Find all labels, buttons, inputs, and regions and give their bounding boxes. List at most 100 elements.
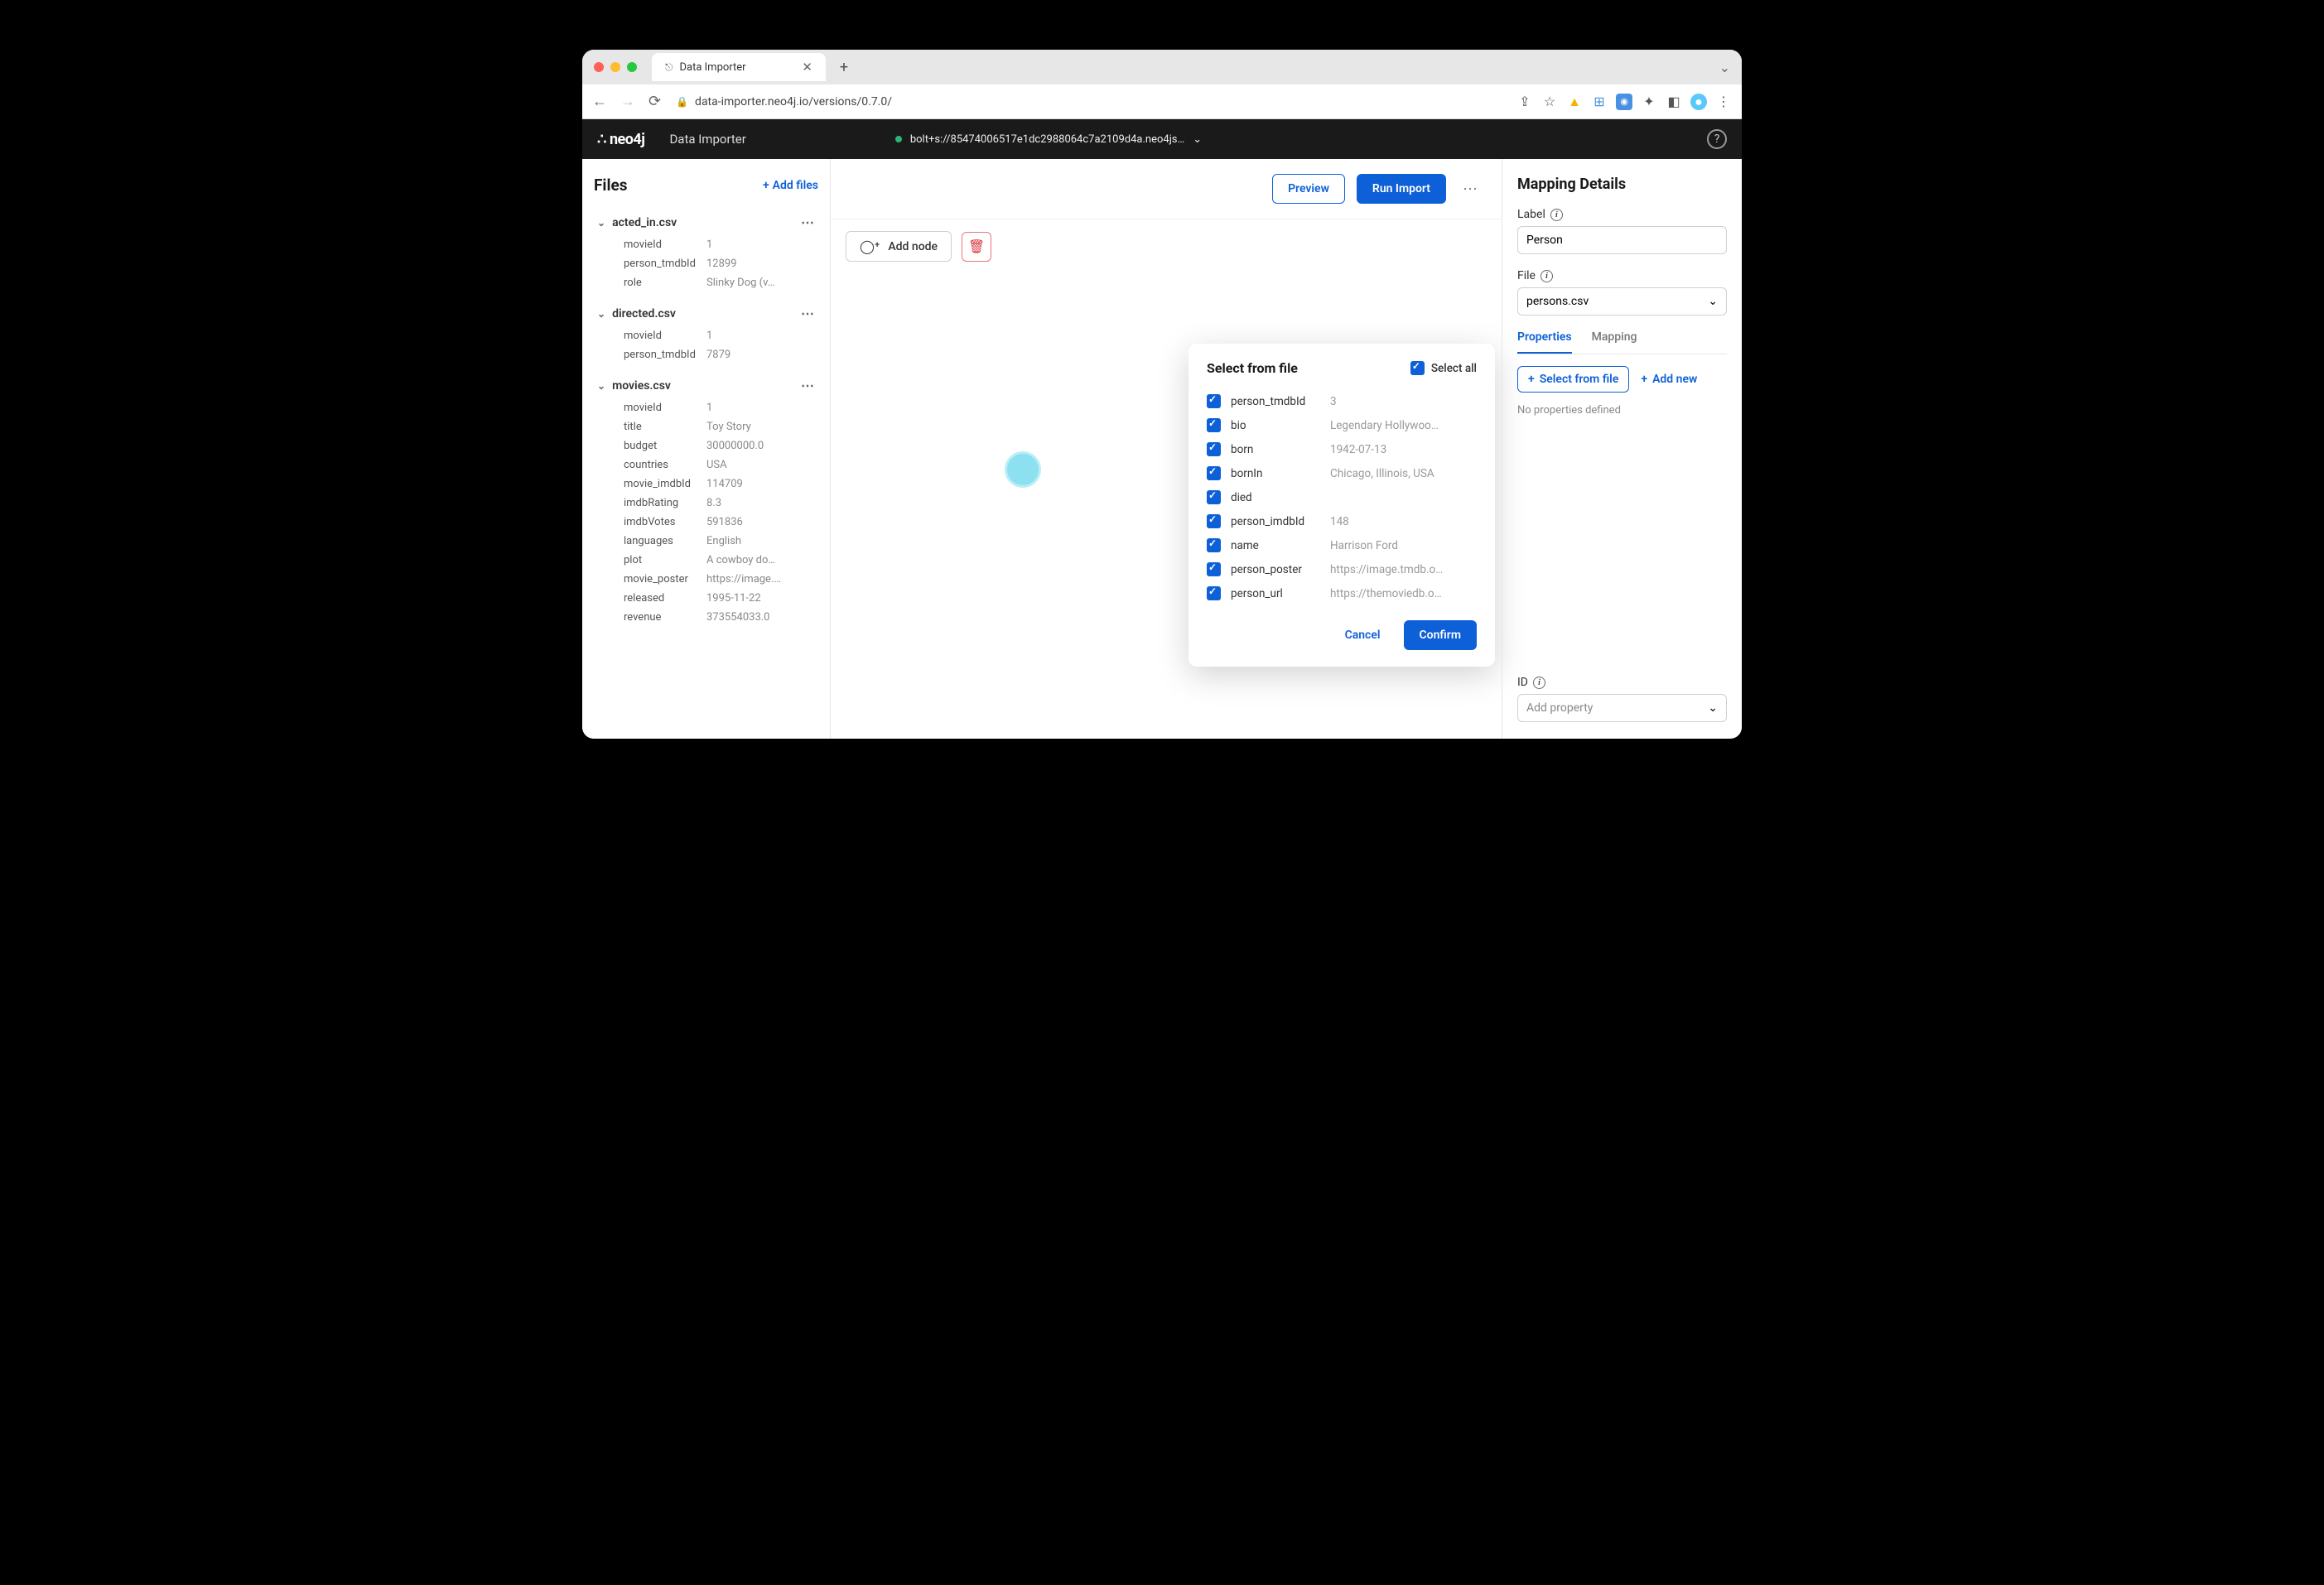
property-row[interactable]: person_imdbId148 [1207, 509, 1477, 533]
info-icon[interactable]: i [1550, 209, 1563, 221]
cancel-button[interactable]: Cancel [1333, 620, 1392, 650]
more-icon[interactable]: ⋯ [1458, 181, 1483, 198]
field-value: 1 [706, 402, 712, 414]
extension-icon[interactable]: ✦ [1641, 94, 1657, 110]
field-row: revenue373554033.0 [624, 608, 818, 627]
property-row[interactable]: person_posterhttps://image.tmdb.o… [1207, 557, 1477, 581]
file-header[interactable]: ⌄acted_in.csv⋯ [594, 210, 818, 235]
browser-toolbar: ← → ⟳ 🔒 data-importer.neo4j.io/versions/… [582, 84, 1742, 119]
info-icon[interactable]: i [1540, 270, 1553, 282]
address-bar[interactable]: 🔒 data-importer.neo4j.io/versions/0.7.0/ [669, 95, 1508, 108]
field-value: 1995-11-22 [706, 592, 761, 605]
property-name: person_imdbId [1231, 515, 1320, 528]
connection-selector[interactable]: bolt+s://85474006517e1dc2988064c7a2109d4… [895, 133, 1202, 146]
field-value: A cowboy do… [706, 554, 775, 566]
delete-button[interactable]: 🗑 [962, 232, 991, 262]
select-all-toggle[interactable]: Select all [1410, 361, 1477, 375]
property-name: born [1231, 443, 1320, 456]
field-row: languagesEnglish [624, 532, 818, 551]
titlebar: ⎋ Data Importer ✕ + ⌄ [582, 50, 1742, 84]
property-name: person_tmdbId [1231, 395, 1320, 408]
field-row: movieId1 [624, 398, 818, 417]
checkbox-icon[interactable] [1207, 514, 1221, 528]
new-tab-button[interactable]: + [832, 55, 856, 79]
file-header[interactable]: ⌄movies.csv⋯ [594, 373, 818, 398]
file-menu-icon[interactable]: ⋯ [801, 214, 815, 230]
tab-mapping[interactable]: Mapping [1592, 330, 1637, 354]
forward-icon[interactable]: → [620, 93, 635, 110]
field-value: 1 [706, 330, 712, 342]
property-row[interactable]: born1942-07-13 [1207, 437, 1477, 461]
empty-state: No properties defined [1517, 404, 1727, 417]
checkbox-icon [1410, 361, 1425, 375]
browser-tab[interactable]: ⎋ Data Importer ✕ [652, 53, 826, 81]
checkbox-icon[interactable] [1207, 394, 1221, 408]
checkbox-icon[interactable] [1207, 562, 1221, 576]
back-icon[interactable]: ← [592, 93, 607, 110]
checkbox-icon[interactable] [1207, 490, 1221, 504]
close-window[interactable] [594, 62, 604, 72]
maximize-window[interactable] [627, 62, 637, 72]
property-value: Chicago, Illinois, USA [1330, 467, 1434, 480]
panel-icon[interactable]: ◧ [1666, 94, 1682, 110]
canvas-body[interactable]: ◯⁺ Add node 🗑 Select from file Select al [831, 219, 1502, 739]
property-row[interactable]: bioLegendary Hollywoo… [1207, 413, 1477, 437]
close-tab-icon[interactable]: ✕ [802, 60, 812, 75]
id-select[interactable]: Add property ⌄ [1517, 694, 1727, 722]
property-row[interactable]: nameHarrison Ford [1207, 533, 1477, 557]
tab-properties[interactable]: Properties [1517, 330, 1572, 354]
help-icon[interactable]: ? [1707, 129, 1727, 149]
field-name: movie_poster [624, 573, 706, 585]
file-name: directed.csv [612, 307, 676, 320]
minimize-window[interactable] [610, 62, 620, 72]
browser-window: ⎋ Data Importer ✕ + ⌄ ← → ⟳ 🔒 data-impor… [582, 50, 1742, 739]
field-name: languages [624, 535, 706, 547]
field-value: 12899 [706, 258, 737, 270]
confirm-button[interactable]: Confirm [1404, 620, 1477, 650]
field-row: movie_posterhttps://image.… [624, 570, 818, 589]
add-files-button[interactable]: + Add files [763, 179, 818, 192]
drive-icon[interactable]: ▲ [1566, 94, 1583, 110]
property-name: name [1231, 539, 1320, 552]
reload-icon[interactable]: ⟳ [649, 93, 661, 110]
file-menu-icon[interactable]: ⋯ [801, 378, 815, 393]
file-header[interactable]: ⌄directed.csv⋯ [594, 301, 818, 326]
checkbox-icon[interactable] [1207, 586, 1221, 600]
field-name: revenue [624, 611, 706, 624]
checkbox-icon[interactable] [1207, 418, 1221, 432]
window-controls [594, 62, 637, 72]
detail-heading: Mapping Details [1517, 176, 1727, 193]
menu-icon[interactable]: ⋮ [1715, 94, 1732, 110]
field-name: released [624, 592, 706, 605]
add-node-button[interactable]: ◯⁺ Add node [846, 231, 952, 262]
field-value: Slinky Dog (v… [706, 277, 774, 289]
add-new-button[interactable]: + Add new [1641, 367, 1697, 392]
tab-overflow-icon[interactable]: ⌄ [1719, 60, 1730, 75]
checkbox-icon[interactable] [1207, 538, 1221, 552]
checkbox-icon[interactable] [1207, 466, 1221, 480]
status-dot-icon [895, 136, 902, 142]
property-row[interactable]: person_urlhttps://themoviedb.o… [1207, 581, 1477, 605]
star-icon[interactable]: ☆ [1541, 94, 1558, 110]
property-row[interactable]: person_tmdbId3 [1207, 389, 1477, 413]
translate-icon[interactable]: ⊞ [1591, 94, 1608, 110]
profile-icon[interactable]: ● [1690, 94, 1707, 110]
property-row[interactable]: died [1207, 485, 1477, 509]
graph-node[interactable] [1005, 451, 1041, 488]
file-select[interactable]: persons.csv ⌄ [1517, 287, 1727, 316]
checkbox-icon[interactable] [1207, 442, 1221, 456]
label-input[interactable] [1517, 226, 1727, 254]
preview-button[interactable]: Preview [1272, 174, 1345, 204]
run-import-button[interactable]: Run Import [1357, 174, 1446, 204]
detail-tabs: Properties Mapping [1517, 330, 1727, 354]
info-icon[interactable]: i [1533, 677, 1545, 689]
file-menu-icon[interactable]: ⋯ [801, 306, 815, 321]
zoom-icon[interactable]: ◉ [1616, 94, 1632, 110]
file-group: ⌄movies.csv⋯movieId1titleToy Storybudget… [594, 373, 818, 627]
select-from-file-button[interactable]: + Select from file [1517, 366, 1629, 393]
property-row[interactable]: bornInChicago, Illinois, USA [1207, 461, 1477, 485]
id-label: ID [1517, 676, 1528, 689]
property-name: died [1231, 491, 1320, 504]
share-icon[interactable]: ⇪ [1516, 94, 1533, 110]
field-value: 7879 [706, 349, 730, 361]
